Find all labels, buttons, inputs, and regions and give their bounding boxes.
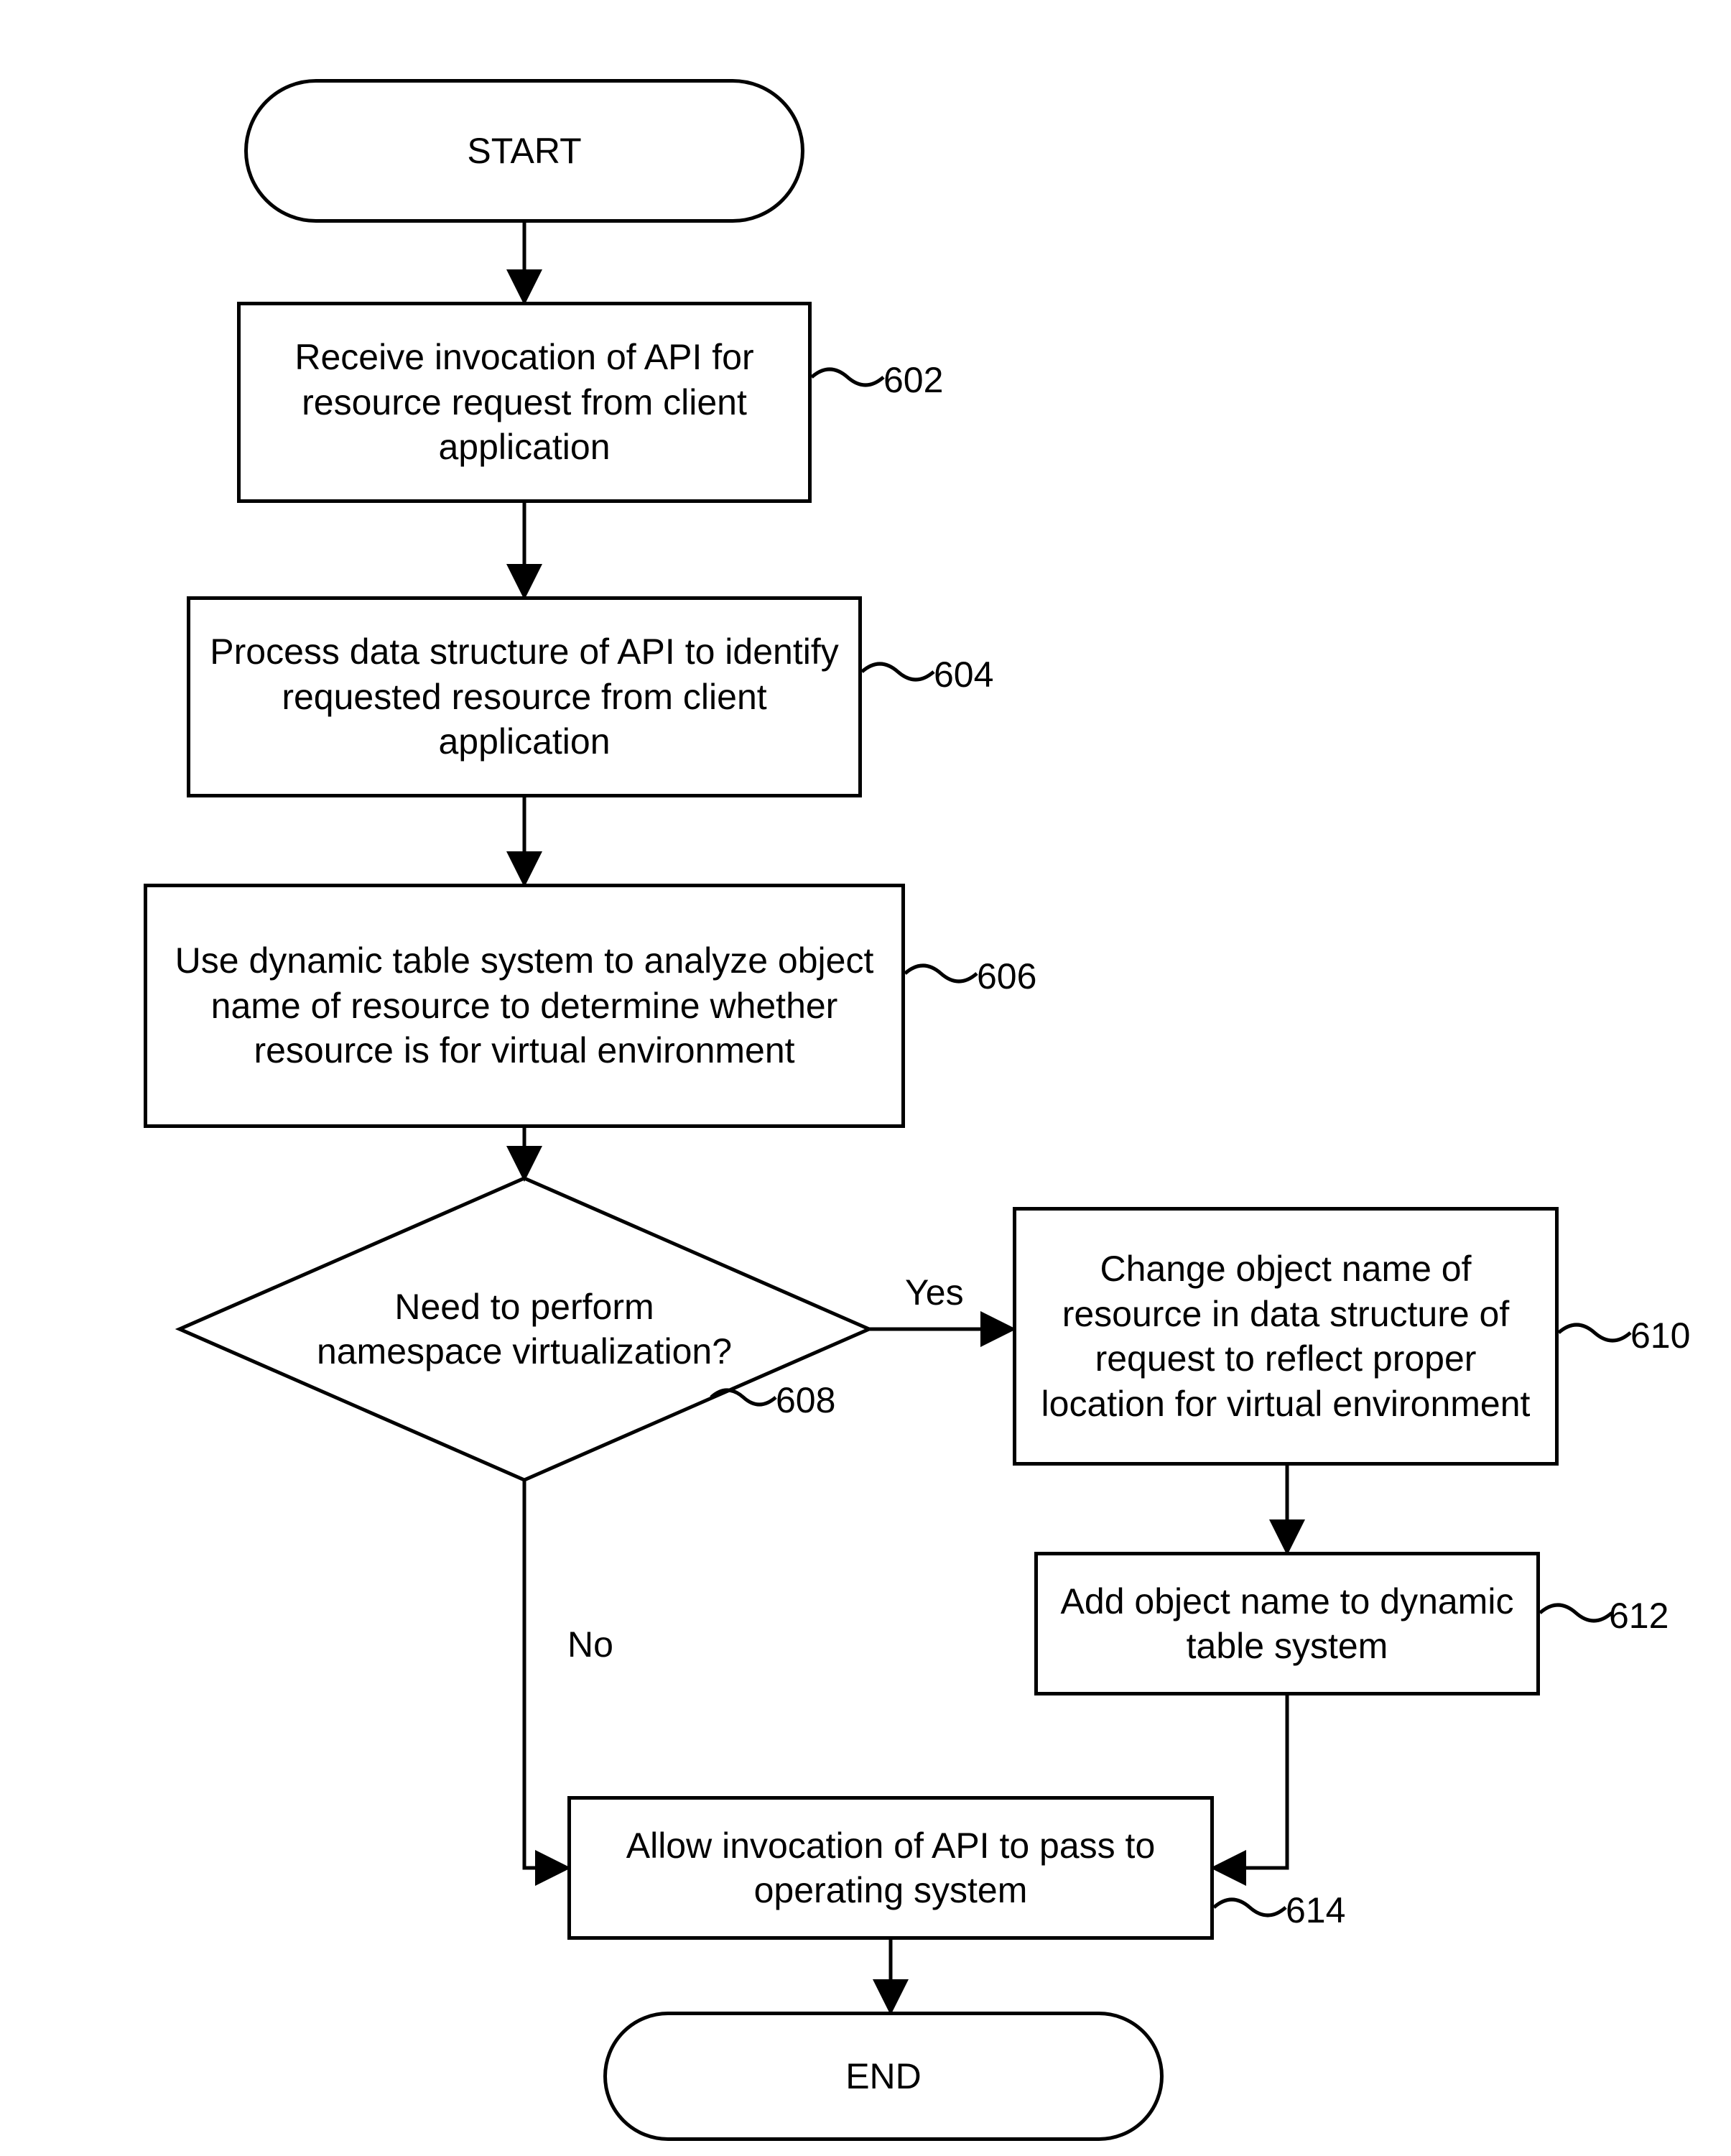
ref-612: 612	[1609, 1595, 1669, 1637]
process-602-text: Receive invocation of API for resource r…	[255, 335, 794, 470]
edge-label-no: No	[567, 1624, 613, 1665]
process-614-text: Allow invocation of API to pass to opera…	[585, 1823, 1196, 1913]
end-label: END	[845, 2054, 922, 2099]
squiggle-612	[1540, 1605, 1612, 1621]
squiggle-602	[812, 369, 883, 385]
start-label: START	[467, 129, 581, 174]
squiggle-608	[711, 1390, 776, 1405]
squiggle-604	[862, 664, 934, 680]
decision-608: Need to perform namespace virtualization…	[302, 1272, 747, 1387]
process-610: Change object name of resource in data s…	[1013, 1207, 1559, 1466]
ref-604: 604	[934, 654, 993, 695]
squiggle-606	[905, 966, 977, 981]
edge-label-yes: Yes	[905, 1272, 964, 1313]
process-612: Add object name to dynamic table system	[1034, 1552, 1540, 1695]
end-terminator: END	[603, 2012, 1164, 2141]
process-606-text: Use dynamic table system to analyze obje…	[162, 938, 887, 1073]
process-604-text: Process data structure of API to identif…	[205, 629, 844, 764]
ref-602: 602	[883, 359, 943, 401]
start-terminator: START	[244, 79, 804, 223]
ref-606: 606	[977, 956, 1036, 997]
process-602: Receive invocation of API for resource r…	[237, 302, 812, 503]
ref-610: 610	[1630, 1315, 1690, 1356]
process-612-text: Add object name to dynamic table system	[1052, 1579, 1522, 1669]
squiggle-610	[1559, 1325, 1630, 1341]
process-610-text: Change object name of resource in data s…	[1031, 1246, 1541, 1426]
flowchart-canvas: START Receive invocation of API for reso…	[0, 0, 1731, 2156]
ref-614: 614	[1286, 1889, 1345, 1931]
ref-608: 608	[776, 1379, 835, 1421]
squiggle-614	[1214, 1900, 1286, 1915]
process-614: Allow invocation of API to pass to opera…	[567, 1796, 1214, 1940]
process-604: Process data structure of API to identif…	[187, 596, 862, 797]
process-606: Use dynamic table system to analyze obje…	[144, 884, 905, 1128]
decision-608-text: Need to perform namespace virtualization…	[316, 1285, 733, 1374]
